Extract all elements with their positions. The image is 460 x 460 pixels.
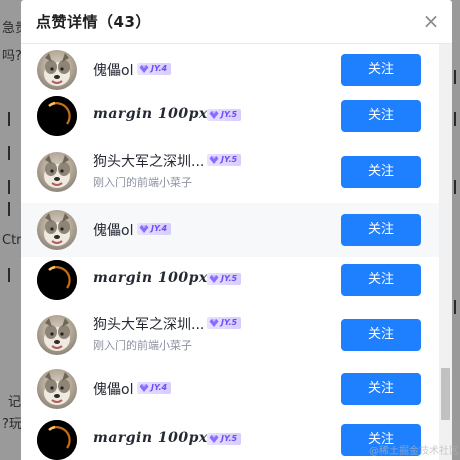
eclipse-avatar[interactable] (37, 260, 77, 300)
user-bio: 刚入门的前端小菜子 (93, 339, 192, 352)
level-badge: JY.4 (137, 223, 172, 235)
follow-button[interactable]: 关注 (341, 373, 421, 405)
follow-button[interactable]: 关注 (341, 156, 421, 188)
user-name[interactable]: 傀儡ol (93, 379, 133, 399)
backdrop-mark (8, 180, 10, 194)
backdrop-mark (454, 112, 456, 126)
user-name[interactable]: margin 100px (93, 106, 208, 122)
follow-button[interactable]: 关注 (341, 100, 421, 132)
user-row[interactable]: 傀儡ol JY.4 关注 (21, 362, 439, 416)
backdrop-mark (8, 202, 10, 216)
user-row[interactable]: 傀儡ol JY.4 关注 (21, 203, 439, 257)
likes-list[interactable]: 傀儡ol JY.4 关注 margin 100px JY.5 关注 狗头大军之深圳... JY… (21, 44, 439, 460)
scrollbar[interactable] (439, 44, 452, 460)
user-name[interactable]: 傀儡ol (93, 220, 133, 240)
scrollbar-thumb[interactable] (441, 368, 450, 420)
level-badge: JY.5 (207, 273, 242, 285)
level-label: JY.4 (151, 224, 168, 233)
watermark: @稀土掘金技术社区 (369, 446, 459, 457)
eclipse-avatar[interactable] (37, 96, 77, 136)
backdrop-fragment: 记 (8, 395, 22, 410)
user-row[interactable]: 狗头大军之深圳... JY.5 刚入门的前端小菜子 关注 (21, 308, 439, 362)
backdrop-mark (8, 146, 10, 160)
user-row[interactable]: 狗头大军之深圳... JY.5 刚入门的前端小菜子 关注 (21, 145, 439, 199)
husky-avatar[interactable] (37, 50, 77, 90)
level-label: JY.5 (221, 318, 238, 327)
level-badge: JY.5 (207, 317, 242, 329)
follow-button[interactable]: 关注 (341, 214, 421, 246)
backdrop-fragment: 吗? (2, 49, 22, 64)
user-bio: 刚入门的前端小菜子 (93, 176, 192, 189)
backdrop-fragment: ?玩 (2, 417, 22, 432)
backdrop-mark (8, 112, 10, 126)
user-name[interactable]: margin 100px (93, 270, 208, 286)
dialog-title: 点赞详情（43） (36, 13, 151, 31)
dialog-header: 点赞详情（43） × (21, 0, 452, 44)
level-badge: JY.4 (137, 382, 172, 394)
level-label: JY.5 (221, 434, 238, 443)
level-label: JY.5 (221, 274, 238, 283)
user-name[interactable]: margin 100px (93, 430, 208, 446)
husky-avatar[interactable] (37, 210, 77, 250)
eclipse-avatar[interactable] (37, 420, 77, 460)
level-badge: JY.5 (207, 109, 242, 121)
backdrop-mark (8, 268, 10, 282)
follow-button[interactable]: 关注 (341, 319, 421, 351)
husky-avatar[interactable] (37, 152, 77, 192)
backdrop-mark (454, 180, 456, 194)
follow-button[interactable]: 关注 (341, 264, 421, 296)
level-label: JY.4 (151, 64, 168, 73)
likes-detail-dialog: 点赞详情（43） × 傀儡ol JY.4 关注 margin 100px JY.5 关注狗… (21, 0, 452, 460)
husky-avatar[interactable] (37, 369, 77, 409)
level-badge: JY.5 (207, 433, 242, 445)
level-label: JY.5 (221, 110, 238, 119)
user-row[interactable]: margin 100px JY.5 关注 (21, 89, 439, 143)
level-label: JY.4 (151, 383, 168, 392)
backdrop-mark (454, 300, 456, 314)
user-name[interactable]: 傀儡ol (93, 60, 133, 80)
backdrop-mark (454, 70, 456, 84)
follow-button[interactable]: 关注 (341, 54, 421, 86)
close-icon[interactable]: × (420, 10, 442, 32)
backdrop-fragment: Ctr (2, 233, 22, 248)
user-name[interactable]: 狗头大军之深圳... (93, 314, 204, 334)
user-row[interactable]: margin 100px JY.5 关注 (21, 253, 439, 307)
level-badge: JY.4 (137, 63, 172, 75)
level-label: JY.5 (221, 155, 238, 164)
husky-avatar[interactable] (37, 315, 77, 355)
level-badge: JY.5 (207, 154, 242, 166)
user-name[interactable]: 狗头大军之深圳... (93, 151, 204, 171)
